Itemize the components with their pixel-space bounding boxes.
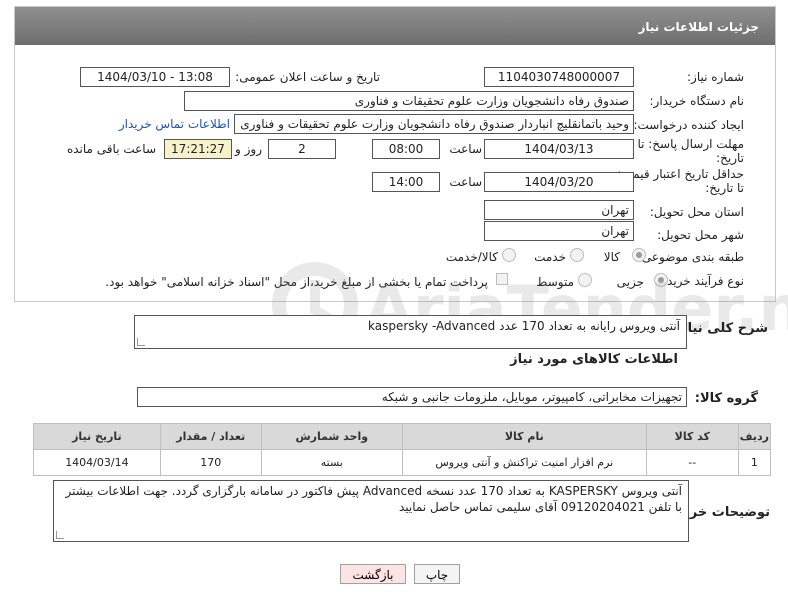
days-remaining-field: 2: [268, 139, 336, 159]
goods-section-title: اطلاعات کالاهای مورد نیاز: [510, 352, 678, 367]
print-button[interactable]: چاپ: [414, 564, 460, 584]
description-textarea: آنتی ویروس رایانه به تعداد 170 عدد kaspe…: [134, 315, 687, 349]
province-label: استان محل تحویل:: [649, 205, 744, 219]
requester-field: وحید باتمانقلیچ انباردار صندوق رفاه دانش…: [234, 114, 634, 134]
col-header-need-date: تاریخ نیاز: [33, 423, 161, 450]
buyer-contact-link[interactable]: اطلاعات تماس خریدار: [119, 117, 230, 131]
city-label: شهر محل تحویل:: [657, 228, 744, 242]
buyer-org-label: نام دستگاه خریدار:: [649, 94, 745, 108]
category-option-goods-service: کالا/خدمت: [445, 250, 498, 264]
resize-grip-icon[interactable]: [56, 531, 64, 539]
cell-need-date: 1404/03/14: [33, 449, 161, 476]
description-label: شرح کلی نیاز:: [674, 321, 768, 336]
goods-group-field: تجهیزات مخابراتی، کامپیوتر، موبایل، ملزو…: [137, 387, 687, 407]
category-radio-goods-service[interactable]: [502, 248, 516, 262]
col-header-row-number: ردیف: [737, 423, 772, 450]
goods-table: ردیف کد کالا نام کالا واحد شمارش تعداد /…: [33, 423, 772, 476]
reply-deadline-label-1: مهلت ارسال پاسخ: تا: [637, 137, 744, 151]
cell-quantity: 170: [159, 449, 262, 476]
price-validity-time-label: ساعت: [449, 175, 482, 189]
reply-date-field: 1404/03/13: [484, 139, 634, 159]
purchase-type-label: نوع فرآیند خرید :: [659, 274, 744, 288]
purchase-type-option-minor: جزیی: [616, 275, 644, 289]
announce-date-field: 1404/03/10 - 13:08: [80, 67, 230, 87]
purchase-type-radio-minor[interactable]: [654, 273, 668, 287]
reply-time-label: ساعت: [449, 142, 482, 156]
time-remaining-field: 17:21:27: [164, 139, 232, 159]
table-header-row: ردیف کد کالا نام کالا واحد شمارش تعداد /…: [33, 423, 772, 450]
table-row: 1 -- نرم افزار امنیت تراکنش و آنتی ویروس…: [33, 449, 772, 476]
price-validity-time-field: 14:00: [372, 172, 440, 192]
requester-label: ایجاد کننده درخواست:: [633, 118, 744, 132]
buyer-org-field: صندوق رفاه دانشجویان وزارت علوم تحقیقات …: [184, 91, 634, 111]
reply-deadline-label-2: تاریخ:: [716, 151, 744, 165]
cell-name: نرم افزار امنیت تراکنش و آنتی ویروس: [401, 449, 647, 476]
treasury-bonds-note: پرداخت تمام یا بخشی از مبلغ خرید،از محل …: [105, 275, 488, 289]
col-header-unit: واحد شمارش: [260, 423, 403, 450]
back-button[interactable]: بازگشت: [340, 564, 406, 584]
cell-row-number: 1: [737, 449, 772, 476]
time-remaining-label: ساعت باقی مانده: [66, 142, 156, 156]
category-radio-goods[interactable]: [632, 248, 646, 262]
panel-title: جزئیات اطلاعات نیاز: [15, 7, 775, 45]
category-option-goods: کالا: [603, 250, 620, 264]
days-label: روز و: [235, 142, 262, 156]
announce-date-label: تاریخ و ساعت اعلان عمومی:: [235, 70, 380, 84]
col-header-code: کد کالا: [645, 423, 739, 450]
resize-grip-icon[interactable]: [137, 338, 145, 346]
price-validity-label-2: تا تاریخ:: [705, 181, 744, 195]
price-validity-label-1: حداقل تاریخ اعتبار قیمت:: [617, 167, 744, 181]
need-number-label: شماره نیاز:: [687, 70, 744, 84]
goods-group-label: گروه کالا:: [694, 391, 758, 406]
cell-unit: بسته: [260, 449, 403, 476]
buyer-notes-text: آنتی ویروس KASPERSKY به تعداد 170 عدد نس…: [65, 484, 682, 514]
cell-code: --: [645, 449, 739, 476]
category-radio-service[interactable]: [570, 248, 584, 262]
buyer-notes-textarea: آنتی ویروس KASPERSKY به تعداد 170 عدد نس…: [53, 480, 689, 542]
col-header-quantity: تعداد / مقدار: [159, 423, 262, 450]
category-label: طبقه بندی موضوعی:: [637, 250, 744, 264]
city-field: تهران: [484, 221, 634, 241]
purchase-type-radio-medium[interactable]: [578, 273, 592, 287]
purchase-type-option-medium: متوسط: [536, 275, 574, 289]
need-number-field: 1104030748000007: [484, 67, 634, 87]
treasury-bonds-checkbox[interactable]: [496, 273, 508, 285]
category-option-service: خدمت: [534, 250, 566, 264]
price-validity-date-field: 1404/03/20: [484, 172, 634, 192]
col-header-name: نام کالا: [401, 423, 647, 450]
reply-time-field: 08:00: [372, 139, 440, 159]
province-field: تهران: [484, 200, 634, 220]
description-text: آنتی ویروس رایانه به تعداد 170 عدد kaspe…: [367, 319, 680, 333]
